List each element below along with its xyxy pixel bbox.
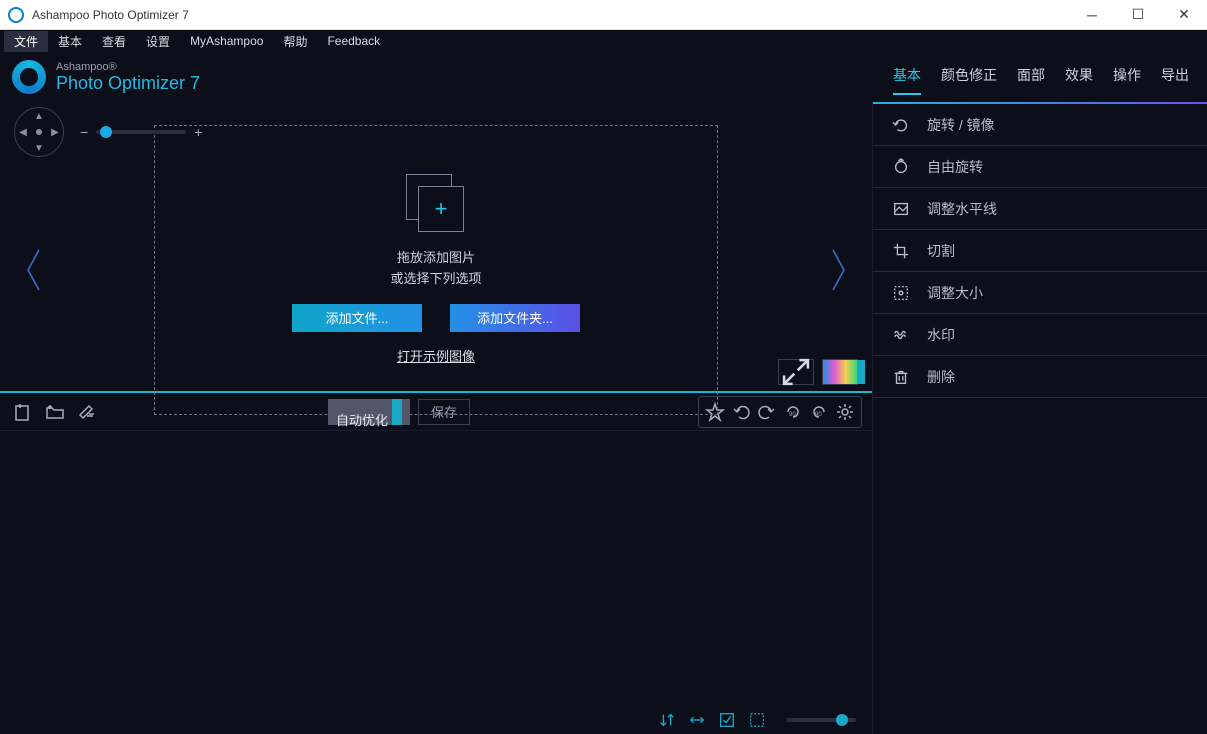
resize-icon xyxy=(891,283,911,303)
window-title: Ashampoo Photo Optimizer 7 xyxy=(32,8,1069,22)
prev-image-button[interactable] xyxy=(14,248,54,292)
clear-icon[interactable] xyxy=(74,399,100,425)
brand-logo-icon xyxy=(12,60,46,94)
stage: + 拖放添加图片 或选择下列选项 添加文件... 添加文件夹... 打开示例图像 xyxy=(14,152,858,387)
auto-optimize-button[interactable]: 自动优化 xyxy=(328,399,410,425)
right-panel-item-label: 旋转 / 镜像 xyxy=(927,115,995,135)
brand: Ashampoo® Photo Optimizer 7 xyxy=(0,52,872,102)
horizon-icon xyxy=(891,199,911,219)
right-tabs: 基本颜色修正面部效果操作导出 xyxy=(872,59,1207,95)
menu-item-0[interactable]: 文件 xyxy=(4,31,48,52)
next-image-button[interactable] xyxy=(818,248,858,292)
left-pane: ▲ ◀▶ ▼ − + + xyxy=(0,102,872,734)
dropzone-buttons: 添加文件... 添加文件夹... xyxy=(292,304,580,332)
right-tab-5[interactable]: 导出 xyxy=(1161,65,1189,95)
minimize-button[interactable]: ─ xyxy=(1069,0,1115,30)
right-tab-3[interactable]: 效果 xyxy=(1065,65,1093,95)
zoom-track[interactable] xyxy=(96,130,186,134)
window-titlebar: Ashampoo Photo Optimizer 7 ─ ☐ ✕ xyxy=(0,0,1207,30)
main-split: ▲ ◀▶ ▼ − + + xyxy=(0,102,1207,734)
right-panel-item-label: 切割 xyxy=(927,241,955,261)
right-panel-item-2[interactable]: 调整水平线 xyxy=(873,188,1207,230)
app-icon xyxy=(8,7,24,23)
right-panel-item-label: 自由旋转 xyxy=(927,157,983,177)
add-file-icon[interactable] xyxy=(10,399,36,425)
right-panel-item-label: 调整水平线 xyxy=(927,199,997,219)
right-panel-item-6[interactable]: 删除 xyxy=(873,356,1207,398)
right-panel-list: 旋转 / 镜像自由旋转调整水平线切割调整大小水印删除 xyxy=(873,104,1207,398)
brand-line2: Photo Optimizer 7 xyxy=(56,73,200,94)
rotate-mirror-icon xyxy=(891,115,911,135)
undo-icon[interactable] xyxy=(729,399,753,425)
right-panel-item-label: 水印 xyxy=(927,325,955,345)
right-panel-item-3[interactable]: 切割 xyxy=(873,230,1207,272)
fit-width-icon[interactable] xyxy=(688,711,706,729)
svg-text:90: 90 xyxy=(815,412,822,418)
checkbox-view-icon[interactable] xyxy=(718,711,736,729)
dropzone-line1: 拖放添加图片 xyxy=(390,248,481,269)
right-panel-item-0[interactable]: 旋转 / 镜像 xyxy=(873,104,1207,146)
add-file-button[interactable]: 添加文件... xyxy=(292,304,422,332)
redo-icon[interactable] xyxy=(755,399,779,425)
crop-icon xyxy=(891,241,911,261)
pan-control[interactable]: ▲ ◀▶ ▼ xyxy=(14,107,64,157)
rotate-right-90-icon[interactable]: 90 xyxy=(807,399,831,425)
open-sample-link[interactable]: 打开示例图像 xyxy=(397,346,475,365)
stage-view-controls xyxy=(778,359,858,385)
brand-line1: Ashampoo® xyxy=(56,61,200,73)
right-panel-item-label: 调整大小 xyxy=(927,283,983,303)
settings-gear-icon[interactable] xyxy=(833,399,857,425)
menu-item-5[interactable]: 帮助 xyxy=(273,31,317,52)
right-tab-1[interactable]: 颜色修正 xyxy=(941,65,997,95)
menubar: 文件基本查看设置MyAshampoo帮助Feedback xyxy=(0,30,1207,52)
maximize-button[interactable]: ☐ xyxy=(1115,0,1161,30)
dropzone-line2: 或选择下列选项 xyxy=(390,269,481,290)
window-controls: ─ ☐ ✕ xyxy=(1069,0,1207,30)
compare-view-button[interactable] xyxy=(822,359,858,385)
free-rotate-icon xyxy=(891,157,911,177)
filmstrip xyxy=(0,431,872,706)
canvas-area: ▲ ◀▶ ▼ − + + xyxy=(0,102,872,391)
zoom-minus-icon[interactable]: − xyxy=(80,124,88,140)
right-panel-item-label: 删除 xyxy=(927,367,955,387)
grid-view-icon[interactable] xyxy=(748,711,766,729)
history-tools: 90 90 xyxy=(698,396,862,428)
add-folder-icon[interactable] xyxy=(42,399,68,425)
drop-zone[interactable]: + 拖放添加图片 或选择下列选项 添加文件... 添加文件夹... 打开示例图像 xyxy=(154,125,718,415)
right-panel-item-1[interactable]: 自由旋转 xyxy=(873,146,1207,188)
dropzone-text: 拖放添加图片 或选择下列选项 xyxy=(390,248,481,290)
delete-icon xyxy=(891,367,911,387)
right-tab-4[interactable]: 操作 xyxy=(1113,65,1141,95)
add-folder-button[interactable]: 添加文件夹... xyxy=(450,304,580,332)
right-panel-item-4[interactable]: 调整大小 xyxy=(873,272,1207,314)
close-button[interactable]: ✕ xyxy=(1161,0,1207,30)
menu-item-4[interactable]: MyAshampoo xyxy=(180,32,273,50)
watermark-icon xyxy=(891,325,911,345)
add-image-icon: + xyxy=(406,174,466,234)
fullscreen-button[interactable] xyxy=(778,359,814,385)
right-panel: 旋转 / 镜像自由旋转调整水平线切割调整大小水印删除 xyxy=(872,102,1207,734)
auto-optimize-dropdown-icon xyxy=(392,399,402,425)
menu-item-1[interactable]: 基本 xyxy=(48,31,92,52)
footer-bar xyxy=(0,706,872,734)
svg-text:90: 90 xyxy=(789,412,796,418)
sort-icon[interactable] xyxy=(658,711,676,729)
brand-text: Ashampoo® Photo Optimizer 7 xyxy=(56,61,200,94)
menu-item-3[interactable]: 设置 xyxy=(136,31,180,52)
menu-item-6[interactable]: Feedback xyxy=(317,32,390,50)
right-panel-item-5[interactable]: 水印 xyxy=(873,314,1207,356)
right-tab-0[interactable]: 基本 xyxy=(893,65,921,95)
menu-item-2[interactable]: 查看 xyxy=(92,31,136,52)
right-tab-2[interactable]: 面部 xyxy=(1017,65,1045,95)
thumbnail-size-slider[interactable] xyxy=(786,718,856,722)
app-body: 文件基本查看设置MyAshampoo帮助Feedback Ashampoo® P… xyxy=(0,30,1207,734)
header-row: Ashampoo® Photo Optimizer 7 基本颜色修正面部效果操作… xyxy=(0,52,1207,102)
rotate-left-90-icon[interactable]: 90 xyxy=(781,399,805,425)
